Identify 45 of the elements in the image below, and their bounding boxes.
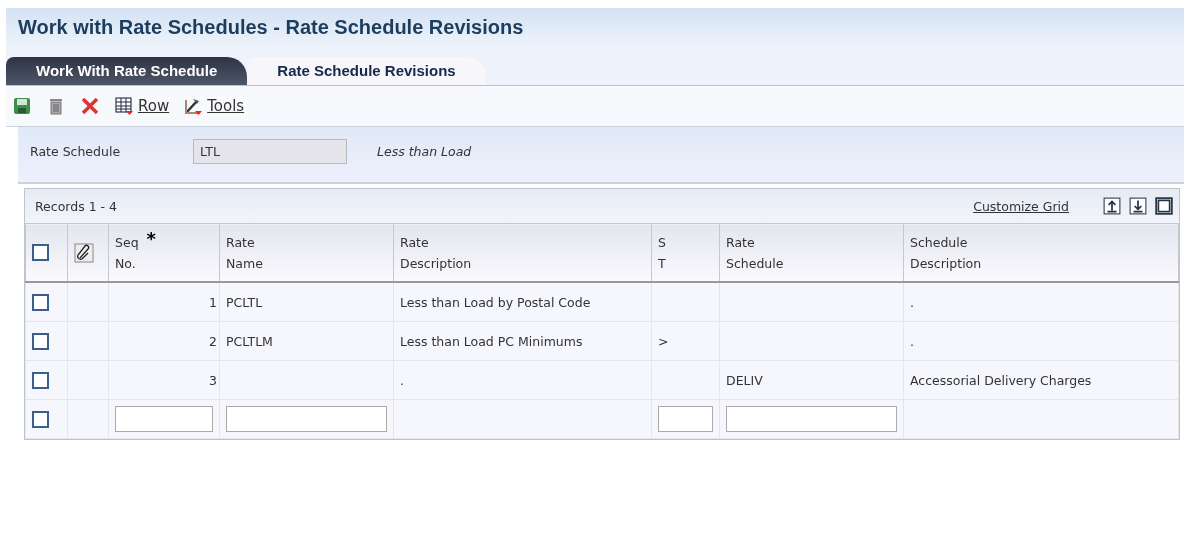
- window-title: Work with Rate Schedules - Rate Schedule Revisions: [6, 8, 1184, 47]
- table-cell: .: [910, 333, 914, 349]
- required-mark: *: [146, 231, 156, 246]
- save-icon[interactable]: [12, 96, 32, 116]
- checkbox[interactable]: [32, 410, 49, 428]
- table-cell: 1: [209, 294, 217, 310]
- input-field[interactable]: [658, 406, 713, 432]
- export-icon[interactable]: [1103, 197, 1121, 215]
- table-cell: .: [400, 372, 404, 388]
- input-field[interactable]: [115, 406, 213, 432]
- field-label: Rate Schedule: [30, 144, 122, 159]
- checkbox[interactable]: [32, 371, 49, 389]
- table-cell: PCLTL: [226, 294, 263, 310]
- input-field[interactable]: [226, 406, 387, 432]
- input-field[interactable]: [726, 406, 897, 432]
- column-header[interactable]: Schedule Description: [910, 231, 982, 274]
- table-cell: 3: [209, 372, 217, 388]
- table-cell: 2: [209, 333, 217, 349]
- column-header[interactable]: Rate Name: [226, 231, 263, 274]
- table-cell: Accessorial Delivery Charges: [910, 372, 1092, 388]
- grid-icon: [114, 96, 134, 116]
- table-cell: PCLTLM: [226, 333, 273, 349]
- column-header[interactable]: S T: [658, 231, 666, 274]
- column-header[interactable]: Seq No.: [115, 231, 139, 274]
- close-icon[interactable]: [80, 96, 100, 116]
- menu-button[interactable]: Tools: [183, 96, 245, 116]
- import-icon[interactable]: [1129, 197, 1147, 215]
- maximize-icon[interactable]: [1155, 197, 1173, 215]
- customize-grid-link[interactable]: Customize Grid: [973, 198, 1069, 214]
- tab[interactable]: Work With Rate Schedule: [6, 57, 248, 85]
- field-description: Less than Load: [377, 144, 472, 159]
- table-cell: Less than Load by Postal Code: [400, 294, 591, 310]
- paperclip-icon[interactable]: [74, 242, 94, 263]
- tools-icon: [183, 96, 204, 116]
- table-cell: >: [658, 333, 669, 349]
- records-count: Records 1 - 4: [35, 198, 118, 214]
- checkbox[interactable]: [32, 332, 49, 350]
- input-field[interactable]: LTL: [193, 139, 347, 164]
- checkbox[interactable]: [32, 244, 49, 261]
- checkbox[interactable]: [32, 293, 49, 311]
- table-cell: Less than Load PC Minimums: [400, 333, 583, 349]
- tab[interactable]: Rate Schedule Revisions: [247, 57, 486, 85]
- menu-button[interactable]: Row: [114, 96, 170, 116]
- table-cell: DELIV: [726, 372, 763, 388]
- table-cell: .: [910, 294, 914, 310]
